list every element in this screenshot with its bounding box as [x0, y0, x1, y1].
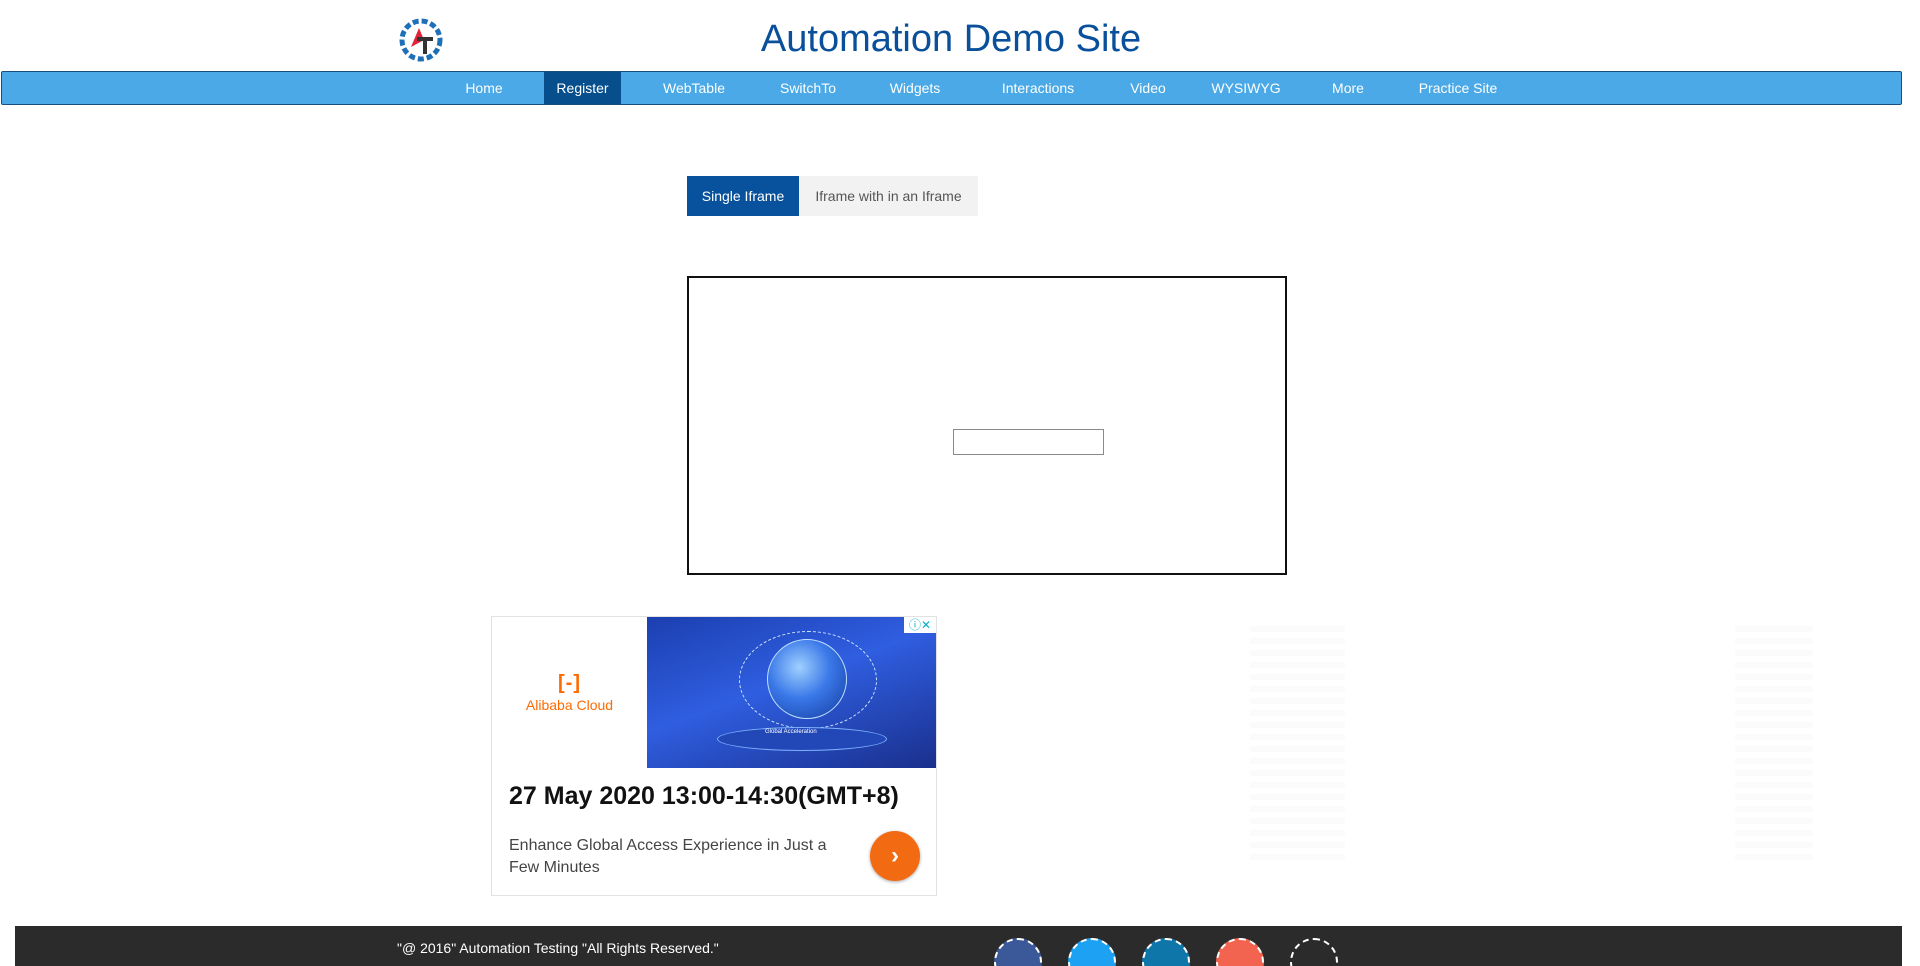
- ad-body-text[interactable]: Enhance Global Access Experience in Just…: [509, 835, 849, 879]
- twitter-icon[interactable]: [1068, 938, 1116, 966]
- footer-copyright: "@ 2016" Automation Testing "All Rights …: [397, 940, 719, 956]
- ad-brand: [-] Alibaba Cloud: [492, 617, 647, 768]
- faint-placeholder-left: [1250, 620, 1345, 860]
- nav-item-home[interactable]: Home: [448, 72, 520, 104]
- single-iframe-frame: [687, 276, 1287, 575]
- nav-item-interactions[interactable]: Interactions: [979, 72, 1097, 104]
- adchoices-info-icon[interactable]: ⓘ✕: [904, 617, 936, 633]
- nav-item-video[interactable]: Video: [1112, 72, 1184, 104]
- globe-icon: [767, 639, 847, 719]
- ad-brand-name: Alibaba Cloud: [525, 697, 614, 713]
- youtube-icon[interactable]: [1290, 938, 1338, 966]
- alibaba-cloud-logo-icon: [-]: [558, 672, 581, 694]
- main-nav: Home Register WebTable SwitchTo Widgets …: [1, 71, 1902, 105]
- ad-platform-label: Global Acceleration: [765, 729, 817, 735]
- ad-banner[interactable]: [-] Alibaba Cloud Global Acceleration ⓘ✕…: [491, 616, 937, 896]
- nav-item-switchto[interactable]: SwitchTo: [764, 72, 852, 104]
- faint-placeholder-right: [1735, 620, 1813, 860]
- chevron-right-icon[interactable]: ›: [870, 831, 920, 881]
- nav-item-more[interactable]: More: [1314, 72, 1382, 104]
- site-footer: "@ 2016" Automation Testing "All Rights …: [15, 926, 1902, 966]
- ad-headline[interactable]: 27 May 2020 13:00-14:30(GMT+8): [509, 782, 899, 811]
- facebook-icon[interactable]: [994, 938, 1042, 966]
- nav-item-register[interactable]: Register: [544, 72, 621, 104]
- linkedin-icon[interactable]: [1142, 938, 1190, 966]
- nav-item-wysiwyg[interactable]: WYSIWYG: [1197, 72, 1295, 104]
- nav-item-widgets[interactable]: Widgets: [872, 72, 958, 104]
- tab-single-iframe[interactable]: Single Iframe: [687, 176, 799, 216]
- nav-item-practice-site[interactable]: Practice Site: [1402, 72, 1514, 104]
- iframe-text-input[interactable]: [953, 429, 1104, 455]
- nav-item-webtable[interactable]: WebTable: [645, 72, 743, 104]
- ad-image[interactable]: Global Acceleration: [647, 617, 936, 768]
- google-plus-icon[interactable]: [1216, 938, 1264, 966]
- page-title: Automation Demo Site: [760, 18, 1142, 60]
- tab-nested-iframe[interactable]: Iframe with in an Iframe: [799, 176, 978, 216]
